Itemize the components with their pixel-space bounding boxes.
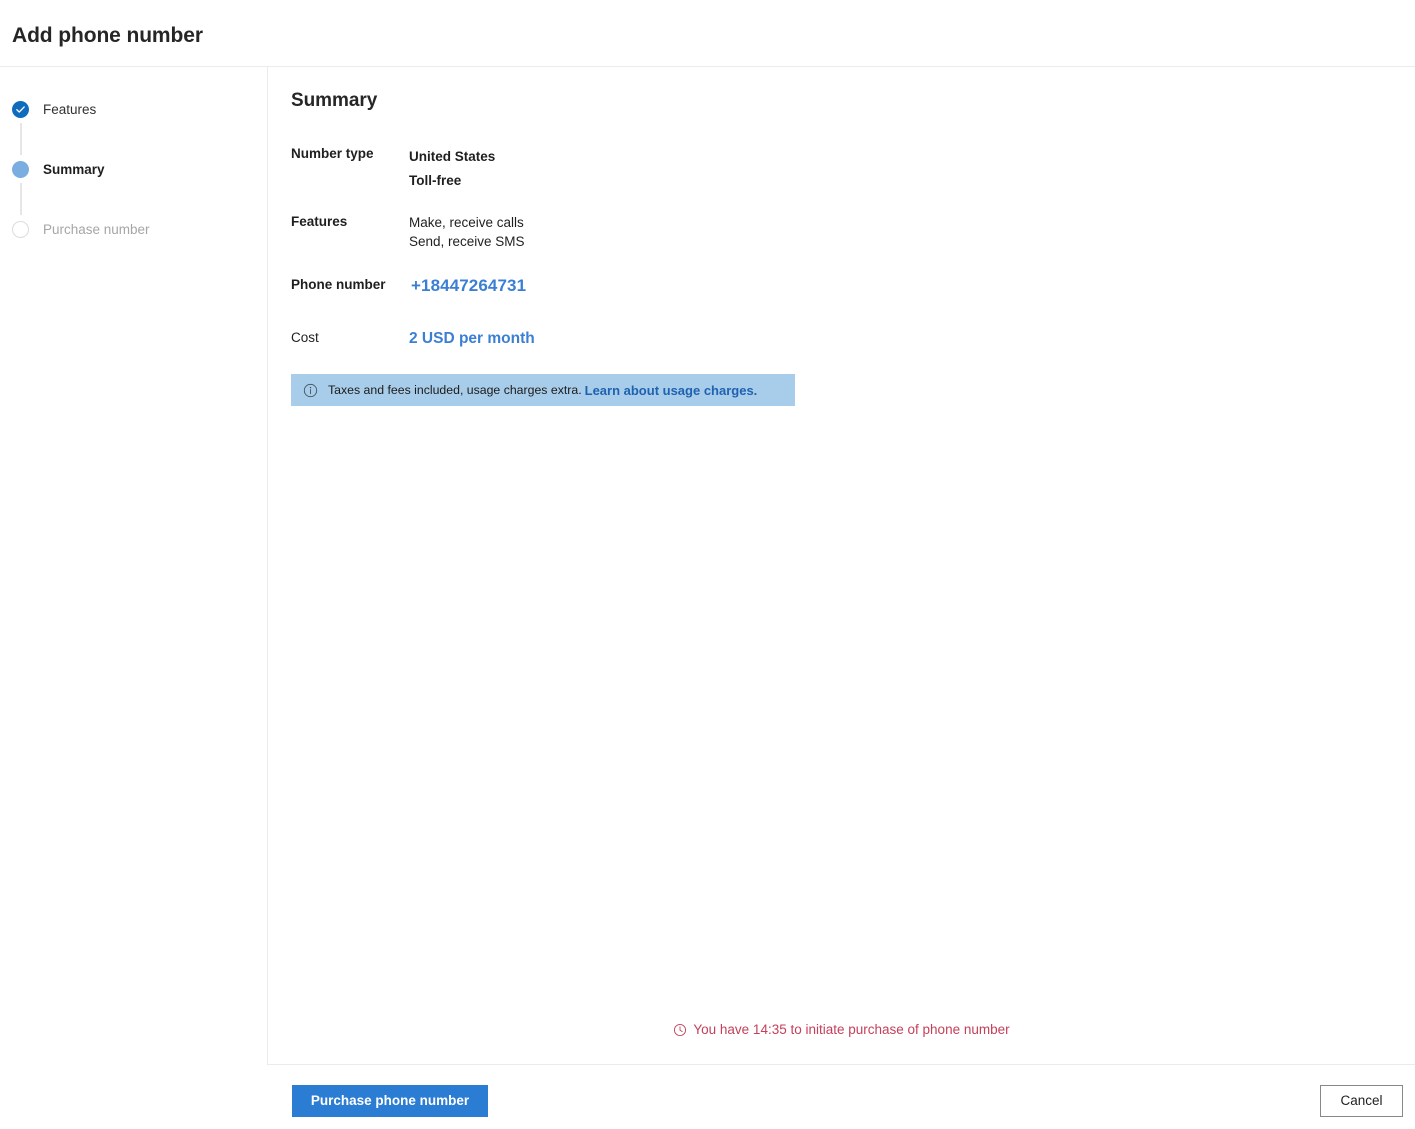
purchase-timer-text: You have 14:35 to initiate purchase of p… [693,1022,1010,1037]
summary-row-cost: Cost 2 USD per month [291,329,535,349]
page-title: Add phone number [12,24,203,47]
stepper-item-summary[interactable]: Summary [12,159,105,179]
summary-value-phone-number: +18447264731 [411,276,527,295]
wizard-stepper: Features Summary Purchase number [0,67,267,1129]
feature-calls: Make, receive calls [409,215,524,230]
purchase-timer: You have 14:35 to initiate purchase of p… [268,1022,1415,1037]
summary-panel: Summary Number type United States Toll-f… [268,67,1415,1064]
summary-label-number-type: Number type [291,146,374,161]
clock-icon [673,1023,687,1037]
summary-row-number-type: Number type United States Toll-free [291,145,495,193]
add-phone-number-dialog: Add phone number Features Summary Purcha… [0,0,1415,1129]
summary-label-phone-number: Phone number [291,277,386,292]
summary-label-cost: Cost [291,330,319,345]
feature-sms: Send, receive SMS [409,234,525,249]
step-connector-2 [20,183,22,215]
section-title: Summary [291,90,378,111]
step-connector-1 [20,123,22,155]
info-circle-icon [303,383,318,398]
cancel-button[interactable]: Cancel [1320,1085,1403,1117]
summary-value-features: Make, receive calls Send, receive SMS [409,213,525,251]
purchase-phone-number-button[interactable]: Purchase phone number [292,1085,488,1117]
number-type-country: United States [409,149,496,164]
stepper-item-purchase-number: Purchase number [12,219,150,239]
stepper-label-purchase-number: Purchase number [43,221,150,237]
stepper-label-summary: Summary [43,161,105,177]
dialog-footer: Purchase phone number Cancel [267,1065,1415,1129]
empty-circle-icon [12,220,29,238]
info-banner-text: Taxes and fees included, usage charges e… [328,383,582,397]
filled-circle-icon [12,160,29,178]
check-icon [12,100,29,118]
summary-label-features: Features [291,214,348,229]
number-type-kind: Toll-free [409,173,462,188]
summary-row-phone-number: Phone number +18447264731 [291,276,526,296]
summary-value-number-type: United States Toll-free [409,145,495,193]
summary-row-features: Features Make, receive calls Send, recei… [291,213,525,251]
stepper-label-features: Features [43,101,97,117]
summary-value-cost: 2 USD per month [409,330,535,347]
learn-about-usage-charges-link[interactable]: Learn about usage charges. [585,383,758,398]
dialog-header: Add phone number [0,0,1415,66]
stepper-item-features[interactable]: Features [12,99,96,119]
info-banner: Taxes and fees included, usage charges e… [291,374,795,406]
